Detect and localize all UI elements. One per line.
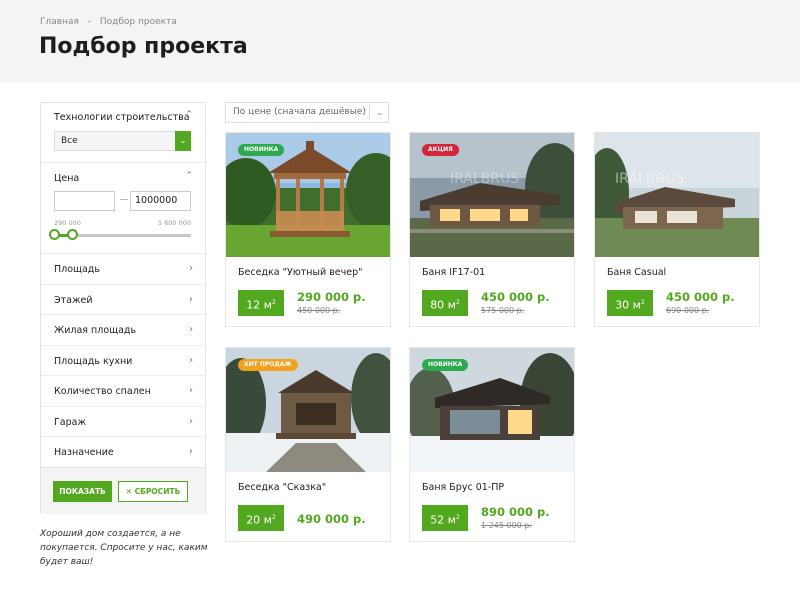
product-old-price: 690 000 р.	[666, 306, 710, 315]
filter-living-area[interactable]: Жилая площадь ›	[41, 314, 205, 345]
filter-row-label: Площадь	[54, 264, 100, 275]
area-badge: 52 м2	[422, 505, 468, 531]
product-card[interactable]: НОВИНКА Беседка "Уютный вечер" 12 м2 290…	[225, 132, 391, 327]
quote-text: Хороший дом создается, а не покупается. …	[40, 529, 208, 567]
product-title[interactable]: Баня IF17-01	[422, 267, 485, 278]
chevron-right-icon[interactable]: ›	[189, 294, 193, 305]
product-card[interactable]: IRALBRUS Баня Casual 30 м2 450 000 р. 69…	[594, 132, 760, 327]
filter-row-label: Количество спален	[54, 386, 151, 397]
status-badge: АКЦИЯ	[422, 144, 459, 156]
chevron-up-icon[interactable]: ⌃	[185, 171, 193, 181]
area-value: 52 м	[430, 513, 456, 527]
status-badge: НОВИНКА	[238, 144, 285, 156]
product-title[interactable]: Баня Casual	[607, 267, 666, 278]
svg-text:IRALBRUS: IRALBRUS	[450, 171, 519, 187]
breadcrumb-separator: -	[87, 17, 91, 27]
product-image[interactable]: IRALBRUS	[595, 133, 759, 257]
area-value: 30 м	[615, 298, 641, 312]
product-old-price: 575 000 р.	[481, 306, 525, 315]
product-title[interactable]: Беседка "Сказка"	[238, 482, 326, 493]
product-title[interactable]: Беседка "Уютный вечер"	[238, 267, 362, 278]
product-price: 450 000 р.	[666, 290, 735, 304]
product-old-price: 1 245 000 р.	[481, 521, 532, 530]
product-price: 290 000 р.	[297, 290, 366, 304]
price-slider-max-handle[interactable]	[67, 229, 78, 240]
filter-row-label: Площадь кухни	[54, 355, 133, 367]
area-value: 12 м	[246, 298, 272, 312]
product-old-price: 450 000 р.	[297, 306, 341, 315]
filter-panel: Технологии строительства ⌃ Все ⌄ Цена ⌃ …	[40, 102, 206, 514]
filter-actions: ПОКАЗАТЬ ✕ СБРОСИТЬ	[41, 467, 205, 514]
area-unit-sup: 2	[271, 514, 276, 521]
technology-select[interactable]: Все ⌄	[54, 131, 191, 151]
filter-row-label: Гараж	[54, 416, 87, 428]
technology-select-value: Все	[61, 136, 78, 146]
chevron-up-icon[interactable]: ⌃	[185, 110, 193, 120]
chevron-down-icon[interactable]: ⌄	[376, 103, 383, 122]
breadcrumb-current: Подбор проекта	[99, 17, 177, 27]
chevron-right-icon[interactable]: ›	[189, 416, 193, 427]
area-value: 20 м	[246, 513, 272, 527]
price-slider-min-handle[interactable]	[49, 229, 60, 240]
reset-button[interactable]: ✕ СБРОСИТЬ	[118, 481, 188, 502]
filter-technology-label[interactable]: Технологии строительства	[54, 112, 190, 123]
breadcrumb: Главная - Подбор проекта	[40, 17, 183, 27]
status-badge: НОВИНКА	[422, 359, 469, 371]
product-card[interactable]: НОВИНКА Баня Брус 01-ПР 52 м2 890 000 р.…	[409, 347, 575, 542]
filter-purpose[interactable]: Назначение ›	[41, 436, 205, 467]
area-badge: 30 м2	[607, 290, 653, 316]
chevron-right-icon[interactable]: ›	[189, 263, 193, 274]
filter-technology: Технологии строительства ⌃ Все ⌄	[41, 103, 205, 163]
area-value: 80 м	[430, 298, 456, 312]
filter-area[interactable]: Площадь ›	[41, 253, 205, 284]
product-price: 450 000 р.	[481, 290, 550, 304]
area-badge: 20 м2	[238, 505, 284, 531]
filter-price-label[interactable]: Цена	[54, 173, 79, 184]
svg-text:IRALBRUS: IRALBRUS	[615, 171, 684, 187]
breadcrumb-home-link[interactable]: Главная	[40, 17, 79, 27]
chevron-right-icon[interactable]: ›	[189, 324, 193, 335]
sort-divider	[369, 105, 370, 120]
price-min-input[interactable]	[54, 191, 115, 211]
product-card[interactable]: IRALBRUS АКЦИЯ Баня IF17-01 80 м2 450 00…	[409, 132, 575, 327]
filter-row-label: Этажей	[54, 294, 93, 306]
price-range-max-label: 5 600 000	[157, 219, 191, 227]
price-range-min-label: 290 000	[54, 219, 81, 227]
sort-select-value: По цене (сначала дешёвые)	[233, 107, 366, 117]
reset-button-label: СБРОСИТЬ	[134, 487, 181, 496]
sort-select[interactable]: По цене (сначала дешёвые) ⌄	[225, 102, 389, 123]
price-max-input[interactable]: 1000000	[130, 191, 191, 211]
filter-garage[interactable]: Гараж ›	[41, 405, 205, 437]
chevron-right-icon[interactable]: ›	[189, 355, 193, 366]
price-range-dash	[120, 199, 128, 200]
page-header: Главная - Подбор проекта Подбор проекта	[0, 0, 800, 82]
chevron-right-icon[interactable]: ›	[189, 385, 193, 396]
filter-kitchen-area[interactable]: Площадь кухни ›	[41, 344, 205, 376]
area-unit-sup: 2	[455, 299, 460, 306]
product-price: 490 000 р.	[297, 512, 366, 526]
filter-row-label: Назначение	[54, 447, 114, 458]
chevron-right-icon[interactable]: ›	[189, 446, 193, 457]
area-badge: 80 м2	[422, 290, 468, 316]
status-badge: ХИТ ПРОДАЖ	[238, 359, 298, 371]
area-unit-sup: 2	[640, 299, 645, 306]
area-unit-sup: 2	[455, 514, 460, 521]
filter-floors[interactable]: Этажей ›	[41, 283, 205, 315]
area-unit-sup: 2	[271, 299, 276, 306]
product-card[interactable]: ХИТ ПРОДАЖ Беседка "Сказка" 20 м2 490 00…	[225, 347, 391, 542]
close-icon: ✕	[125, 487, 132, 496]
filter-row-label: Жилая площадь	[54, 325, 137, 336]
product-price: 890 000 р.	[481, 505, 550, 519]
filter-bedrooms[interactable]: Количество спален ›	[41, 375, 205, 406]
chevron-down-icon[interactable]: ⌄	[175, 131, 191, 151]
page-title: Подбор проекта	[39, 34, 248, 59]
show-button[interactable]: ПОКАЗАТЬ	[53, 481, 112, 502]
area-badge: 12 м2	[238, 290, 284, 316]
product-title[interactable]: Баня Брус 01-ПР	[422, 482, 504, 493]
